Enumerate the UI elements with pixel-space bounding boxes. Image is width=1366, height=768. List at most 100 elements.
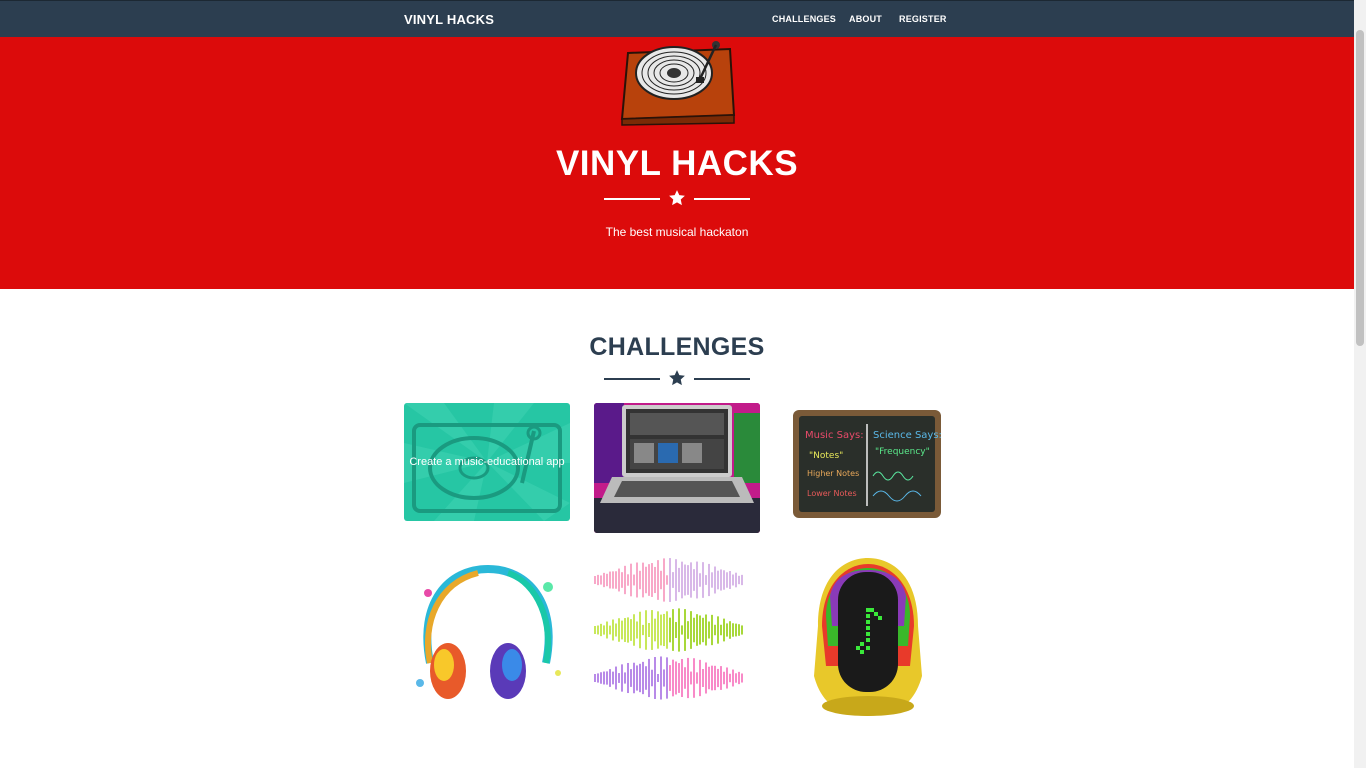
challenges-star-divider — [604, 370, 750, 388]
wave-bar — [675, 661, 677, 695]
wave-bar — [651, 610, 653, 650]
wave-bar — [648, 658, 650, 698]
wave-bar — [627, 574, 629, 586]
wave-bar — [612, 571, 614, 589]
wave-bar — [633, 574, 635, 586]
wave-bar — [618, 673, 620, 683]
wave-bar — [642, 661, 644, 695]
wave-bar — [594, 576, 596, 584]
wave-bar — [621, 620, 623, 640]
wave-bar — [645, 566, 647, 594]
wave-bar — [729, 571, 731, 589]
wave-bar — [600, 672, 602, 684]
wave-bar — [720, 569, 722, 591]
wave-bar — [615, 571, 617, 589]
challenges-title: CHALLENGES — [589, 333, 765, 361]
wave-bar — [669, 617, 671, 643]
wave-bar — [738, 624, 740, 636]
wave-bar — [702, 562, 704, 598]
wave-bar — [669, 665, 671, 691]
wave-bar — [726, 572, 728, 588]
wave-bar — [666, 611, 668, 649]
scrollbar-thumb[interactable] — [1356, 30, 1364, 346]
wave-bar — [723, 618, 725, 642]
wave-bar — [609, 625, 611, 635]
wave-bar — [624, 565, 626, 595]
wave-bar — [633, 662, 635, 694]
wave-bar — [639, 663, 641, 693]
wave-bar — [666, 575, 668, 585]
page-scrollbar[interactable] — [1354, 0, 1366, 768]
wave-bar — [735, 673, 737, 683]
wave-bar — [621, 572, 623, 588]
wave-bar — [729, 621, 731, 639]
challenge-card-headphones[interactable] — [408, 563, 570, 715]
wave-bar — [600, 575, 602, 585]
wave-bar — [699, 659, 701, 697]
turntable-logo — [620, 41, 736, 126]
wave-bar — [684, 564, 686, 596]
wave-bar — [684, 667, 686, 689]
wave-bar — [720, 624, 722, 636]
wave-bar — [684, 609, 686, 651]
wave-bar — [627, 617, 629, 643]
nav-link-about[interactable]: ABOUT — [849, 14, 882, 24]
wave-bar — [603, 671, 605, 685]
wave-bar — [630, 669, 632, 687]
wave-bar — [696, 672, 698, 684]
hero-subtitle: The best musical hackaton — [605, 225, 749, 239]
challenge-card-soundwaves[interactable] — [594, 558, 744, 704]
wave-bar — [681, 561, 683, 599]
svg-text:Lower Notes: Lower Notes — [807, 489, 857, 498]
wave-bar — [654, 618, 656, 642]
wave-bar — [672, 572, 674, 588]
wave-bar — [654, 566, 656, 594]
wave-bar — [708, 621, 710, 639]
wave-bar — [735, 572, 737, 588]
wave-bar — [594, 674, 596, 682]
wave-bar — [630, 619, 632, 641]
svg-text:Music Says:: Music Says: — [805, 430, 864, 441]
wave-bar — [651, 563, 653, 597]
wave-bar — [606, 573, 608, 587]
wave-bar — [669, 558, 671, 602]
wave-bar — [687, 565, 689, 595]
star-icon — [669, 190, 685, 206]
wave-bar — [675, 559, 677, 601]
wave-bar — [612, 619, 614, 641]
wave-bar — [663, 669, 665, 687]
wave-bar — [693, 569, 695, 591]
nav-link-register[interactable]: REGISTER — [899, 14, 947, 24]
brand-link[interactable]: VINYL HACKS — [404, 12, 494, 27]
wave-bar — [732, 623, 734, 637]
wave-bar — [729, 673, 731, 683]
challenge-card-laptop-dj[interactable] — [594, 403, 760, 533]
wave-bar — [705, 662, 707, 694]
wave-bar — [720, 666, 722, 690]
wave-bar — [630, 563, 632, 597]
svg-text:Higher Notes: Higher Notes — [807, 469, 859, 478]
wave-bar — [690, 611, 692, 649]
chalkboard-image: Music Says: Science Says: "Notes" "Frequ… — [793, 410, 942, 518]
wave-bar — [708, 563, 710, 597]
challenge-card-robot-helmet[interactable] — [804, 556, 932, 718]
wave-bar — [657, 611, 659, 649]
wave-bar — [717, 616, 719, 644]
wave-bar — [639, 611, 641, 649]
wave-bar — [612, 671, 614, 685]
challenge-card-chalkboard[interactable]: Music Says: Science Says: "Notes" "Frequ… — [793, 410, 942, 518]
wave-bar — [597, 673, 599, 683]
challenge-card-educational-app[interactable]: Create a music-educational app — [404, 403, 570, 521]
wave-bar — [690, 562, 692, 598]
wave-bar — [702, 669, 704, 687]
wave-bar — [657, 673, 659, 683]
wave-bar — [660, 570, 662, 590]
wave-bar — [711, 614, 713, 646]
wave-bar — [603, 572, 605, 588]
wave-bar — [735, 623, 737, 637]
wave-bar — [657, 560, 659, 600]
wave-bar — [606, 621, 608, 639]
wave-bar — [699, 615, 701, 645]
nav-link-challenges[interactable]: CHALLENGES — [772, 14, 836, 24]
wave-bar — [708, 666, 710, 690]
